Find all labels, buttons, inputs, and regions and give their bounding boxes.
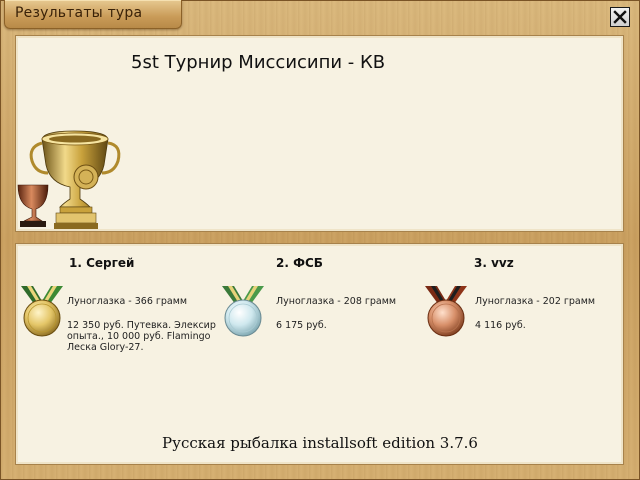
window-title: Результаты тура <box>15 5 143 21</box>
winner-1-catch: Луноглазка - 366 грамм <box>67 296 188 307</box>
winner-3-prize: 4 116 руб. <box>475 320 526 331</box>
trophy-cups-icon <box>17 130 121 229</box>
footer-version-text: Русская рыбалка installsoft edition 3.7.… <box>162 434 478 452</box>
tournament-title: 5st Турнир Миссисипи - КВ <box>131 52 386 73</box>
winner-1-name: 1. Сергей <box>69 256 135 270</box>
close-icon <box>613 10 627 24</box>
winner-1-prize: 12 350 руб. Путевка. Элексир опыта., 10 … <box>67 320 216 353</box>
window-title-tab: Результаты тура <box>4 0 182 29</box>
bronze-medal-icon <box>425 286 467 337</box>
winner-3-name: 3. vvz <box>474 256 514 270</box>
winner-2-prize: 6 175 руб. <box>276 320 327 331</box>
results-panel <box>15 243 624 465</box>
winner-2-name: 2. ФСБ <box>276 256 323 270</box>
close-button[interactable] <box>610 7 630 27</box>
gold-medal-icon <box>21 286 63 337</box>
silver-medal-icon <box>222 286 264 337</box>
winner-3-catch: Луноглазка - 202 грамм <box>475 296 596 307</box>
winner-2-catch: Луноглазка - 208 грамм <box>276 296 397 307</box>
